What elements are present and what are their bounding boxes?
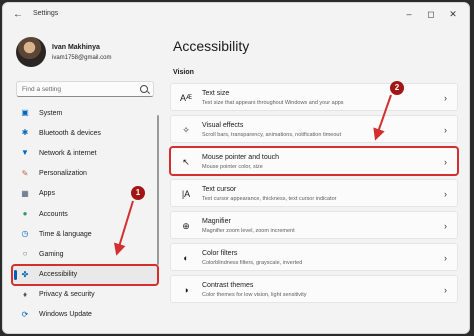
close-icon[interactable]: ✕: [443, 7, 463, 21]
minimize-icon[interactable]: –: [399, 7, 419, 21]
chevron-right-icon: ›: [444, 253, 447, 263]
sidebar-item-label: Bluetooth & devices: [39, 129, 101, 137]
sparkle-icon: ✧: [182, 125, 190, 135]
settings-list: Aᴭ Text size Text size that appears thro…: [169, 83, 459, 307]
bluetooth-icon: ✱: [21, 128, 29, 138]
card-subtitle: Scroll bars, transparency, animations, n…: [202, 132, 341, 138]
sidebar-item-label: System: [39, 109, 63, 117]
chevron-right-icon: ›: [444, 125, 447, 135]
setting-card-color-filters[interactable]: ◐ Color filters Colorblindness filters, …: [170, 243, 458, 271]
card-title: Visual effects: [202, 122, 244, 129]
search-placeholder: Find a setting: [22, 86, 62, 93]
sidebar-item-windows-update[interactable]: ⟳ Windows Update: [12, 305, 158, 325]
chevron-right-icon: ›: [444, 285, 447, 295]
setting-card-magnifier[interactable]: ⊕ Magnifier Magnifier zoom level, zoom i…: [170, 211, 458, 239]
sidebar-nav: ▣ System ✱ Bluetooth & devices ▼ Network…: [11, 103, 159, 325]
annotation-badge-1: 1: [131, 186, 145, 200]
title-bar: ← Settings – ◻ ✕: [3, 3, 469, 27]
setting-card-mouse-pointer[interactable]: ↖ Mouse pointer and touch Mouse pointer …: [169, 146, 459, 176]
sidebar-item-label: Windows Update: [39, 311, 92, 319]
shield-icon: ♦: [22, 289, 28, 299]
gamepad-icon: ○: [22, 249, 28, 259]
update-icon: ⟳: [21, 309, 29, 319]
sidebar-item-label: Privacy & security: [39, 291, 95, 299]
settings-window: ← Settings – ◻ ✕ Ivan Makhinya ivam1758@…: [2, 2, 470, 334]
chevron-right-icon: ›: [444, 189, 447, 199]
monitor-icon: ▣: [21, 108, 29, 118]
setting-card-text-cursor[interactable]: |A Text cursor Text cursor appearance, t…: [170, 179, 458, 207]
card-title: Contrast themes: [202, 282, 254, 289]
sidebar-item-label: Time & language: [39, 230, 92, 238]
wifi-icon: ▼: [21, 148, 29, 158]
sidebar-scrollbar[interactable]: [157, 115, 159, 265]
back-arrow-icon[interactable]: ←: [11, 8, 25, 22]
sidebar-item-personalization[interactable]: ✎ Personalization: [12, 164, 158, 184]
accessibility-icon: ✤: [21, 269, 29, 279]
sidebar-item-label: Personalization: [39, 170, 87, 178]
card-subtitle: Colorblindness filters, grayscale, inver…: [202, 260, 303, 266]
globe-clock-icon: ◷: [21, 229, 29, 239]
sidebar-item-privacy[interactable]: ♦ Privacy & security: [12, 285, 158, 305]
apps-icon: ▦: [21, 188, 29, 198]
maximize-icon[interactable]: ◻: [421, 7, 441, 21]
app-title: Settings: [33, 10, 59, 17]
person-icon: ●: [22, 209, 28, 219]
sidebar-item-label: Accessibility: [39, 271, 78, 279]
brush-icon: ✎: [21, 168, 29, 178]
sidebar-item-system[interactable]: ▣ System: [12, 103, 158, 123]
card-title: Color filters: [202, 250, 238, 257]
card-title: Text cursor: [202, 186, 237, 193]
sidebar-item-bluetooth[interactable]: ✱ Bluetooth & devices: [12, 123, 158, 143]
sidebar-item-label: Accounts: [39, 210, 68, 218]
card-subtitle: Magnifier zoom level, zoom increment: [202, 228, 295, 234]
sidebar-item-time-language[interactable]: ◷ Time & language: [12, 224, 158, 244]
avatar: [16, 37, 46, 67]
sidebar-item-label: Apps: [39, 190, 55, 198]
search-icon: [140, 85, 148, 93]
setting-card-text-size[interactable]: Aᴭ Text size Text size that appears thro…: [170, 83, 458, 111]
card-title: Mouse pointer and touch: [202, 154, 280, 161]
sidebar-item-label: Network & internet: [39, 149, 97, 157]
profile-name: Ivan Makhinya: [52, 44, 100, 51]
setting-card-visual-effects[interactable]: ✧ Visual effects Scroll bars, transparen…: [170, 115, 458, 143]
sidebar-item-accessibility[interactable]: ✤ Accessibility: [11, 263, 159, 286]
sidebar-item-accounts[interactable]: ● Accounts: [12, 204, 158, 224]
sidebar-item-label: Gaming: [39, 250, 64, 258]
mouse-pointer-icon: ↖: [182, 157, 190, 167]
section-heading: Vision: [173, 69, 194, 76]
card-subtitle: Color themes for low vision, light sensi…: [202, 292, 307, 298]
user-profile[interactable]: Ivan Makhinya ivam1758@gmail.com: [16, 37, 156, 73]
page-title: Accessibility: [173, 38, 250, 54]
card-subtitle: Text cursor appearance, thickness, text …: [202, 196, 337, 202]
sidebar-item-gaming[interactable]: ○ Gaming: [12, 244, 158, 264]
text-cursor-icon: |A: [181, 189, 191, 199]
text-size-icon: Aᴭ: [180, 93, 192, 103]
chevron-right-icon: ›: [444, 93, 447, 103]
search-input[interactable]: Find a setting: [16, 81, 154, 97]
setting-card-contrast-themes[interactable]: ◑ Contrast themes Color themes for low v…: [170, 275, 458, 303]
magnifier-icon: ⊕: [182, 221, 190, 231]
contrast-icon: ◑: [183, 285, 189, 295]
profile-email: ivam1758@gmail.com: [52, 55, 112, 61]
card-subtitle: Text size that appears throughout Window…: [202, 100, 344, 106]
sidebar-item-network[interactable]: ▼ Network & internet: [12, 143, 158, 163]
annotation-badge-2: 2: [390, 81, 404, 95]
chevron-right-icon: ›: [444, 157, 447, 167]
color-filter-icon: ◐: [183, 253, 189, 263]
card-title: Magnifier: [202, 218, 231, 225]
chevron-right-icon: ›: [444, 221, 447, 231]
card-subtitle: Mouse pointer color, size: [202, 164, 263, 170]
card-title: Text size: [202, 90, 230, 97]
